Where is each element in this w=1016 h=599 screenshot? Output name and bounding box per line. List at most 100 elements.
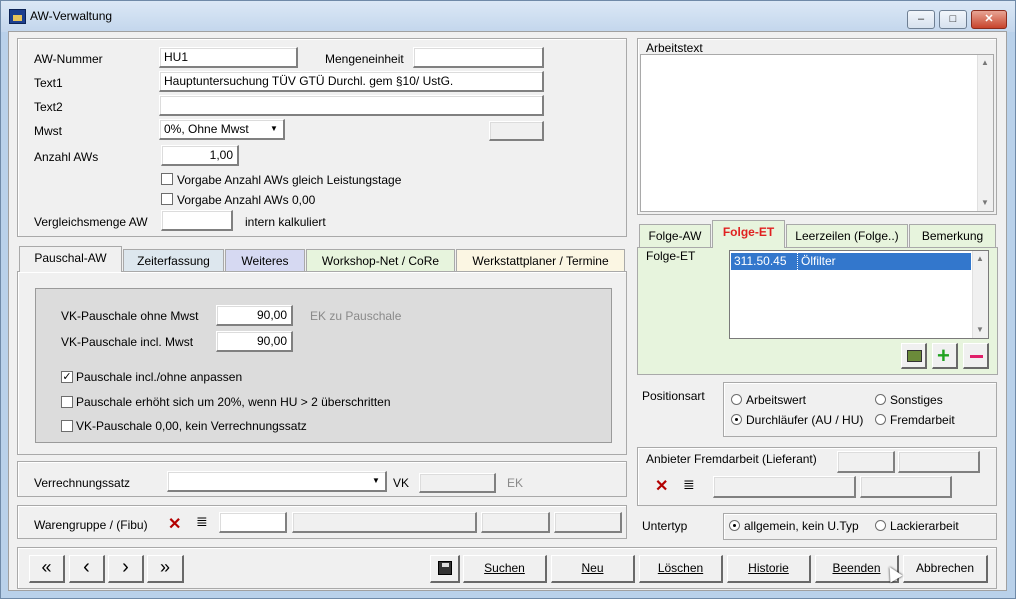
anbieter-label: Anbieter Fremdarbeit (Lieferant) [646, 452, 817, 466]
radio-lackierarbeit[interactable] [875, 520, 886, 531]
fremdarbeit-label: Fremdarbeit [890, 413, 955, 427]
text2-label: Text2 [34, 100, 63, 114]
radio-fremdarbeit[interactable] [875, 414, 886, 425]
arbeitstext-label: Arbeitstext [646, 41, 703, 55]
item-name: Ölfilter [801, 254, 836, 268]
vorgabe-leistungstage-label: Vorgabe Anzahl AWs gleich Leistungstage [177, 173, 402, 187]
vergleichsmenge-field[interactable] [161, 210, 233, 231]
last-record-button[interactable]: » [147, 555, 184, 583]
tab-pauschal-aw[interactable]: Pauschal-AW [19, 246, 122, 272]
radio-sonstiges[interactable] [875, 394, 886, 405]
vk-pauschale-null-checkbox[interactable] [61, 420, 73, 432]
anbieter-name-field [713, 476, 856, 498]
remove-button[interactable] [963, 343, 989, 369]
verrechnungssatz-select[interactable]: ▼ [167, 471, 387, 492]
text1-label: Text1 [34, 76, 63, 90]
window-title: AW-Verwaltung [30, 9, 113, 23]
vorgabe-null-label: Vorgabe Anzahl AWs 0,00 [177, 193, 316, 207]
mwst-select[interactable]: 0%, Ohne Mwst ▼ [159, 119, 285, 140]
positionsart-group [723, 382, 997, 437]
lackierarbeit-label: Lackierarbeit [890, 519, 959, 533]
folge-et-scrollbar[interactable]: ▲ ▼ [972, 251, 988, 338]
historie-button[interactable]: Historie [727, 555, 811, 583]
arbeitstext-textarea[interactable] [640, 54, 994, 212]
picture-icon [907, 350, 922, 362]
tab-folge-aw[interactable]: Folge-AW [639, 224, 711, 248]
scroll-up-icon[interactable]: ▲ [976, 254, 984, 263]
vorgabe-leistungstage-checkbox[interactable] [161, 173, 173, 185]
vk-incl-mwst-field[interactable]: 90,00 [216, 331, 293, 352]
ek-zu-pauschale-label: EK zu Pauschale [310, 309, 402, 323]
tab-weiteres[interactable]: Weiteres [225, 249, 305, 273]
list-icon[interactable]: ≣ [196, 513, 208, 530]
pauschale-erhoeht-label: Pauschale erhöht sich um 20%, wenn HU > … [76, 395, 391, 409]
list-icon[interactable]: ≣ [683, 476, 695, 493]
scroll-down-icon[interactable]: ▼ [976, 325, 984, 334]
folge-et-label: Folge-ET [646, 249, 696, 263]
add-button[interactable]: + [932, 343, 958, 369]
aw-nummer-field[interactable]: HU1 [159, 47, 298, 68]
vergleichsmenge-label: Vergleichsmenge AW [34, 215, 148, 229]
abbrechen-button[interactable]: Abbrechen [903, 555, 988, 583]
arbeitswert-label: Arbeitswert [746, 393, 807, 407]
anzahl-field[interactable]: 1,00 [161, 145, 239, 166]
verrechnungssatz-label: Verrechnungssatz [34, 476, 131, 490]
minimize-button[interactable]: – [907, 10, 935, 29]
next-record-button[interactable]: › [108, 555, 144, 583]
tab-folge-et[interactable]: Folge-ET [712, 220, 785, 248]
tab-workshop-net[interactable]: Workshop-Net / CoRe [306, 249, 455, 273]
anbieter-field-2[interactable] [898, 451, 980, 473]
pauschale-anpassen-checkbox[interactable]: ✓ [61, 371, 73, 383]
scroll-up-icon[interactable]: ▲ [981, 58, 989, 67]
tab-bemerkung[interactable]: Bemerkung [909, 224, 996, 248]
list-item[interactable]: 311.50.45 Ölfilter [731, 253, 971, 270]
tab-leerzeilen[interactable]: Leerzeilen (Folge..) [786, 224, 908, 248]
mwst-extra-button[interactable] [489, 121, 544, 141]
text1-field[interactable]: Hauptuntersuchung TÜV GTÜ Durchl. gem §1… [159, 71, 544, 92]
vk-ohne-mwst-label: VK-Pauschale ohne Mwst [61, 309, 199, 323]
folge-et-list[interactable]: 311.50.45 Ölfilter ▲ ▼ [729, 250, 989, 339]
vk-pauschale-null-label: VK-Pauschale 0,00, kein Verrechnungssatz [76, 419, 307, 433]
radio-allgemein[interactable] [729, 520, 740, 531]
first-record-button[interactable]: « [29, 555, 65, 583]
neu-button[interactable]: Neu [551, 555, 635, 583]
suchen-button[interactable]: Suchen [463, 555, 547, 583]
warengruppe-extra2-field [554, 512, 622, 533]
positionsart-label: Positionsart [642, 389, 705, 403]
warengruppe-field[interactable] [219, 512, 287, 533]
item-number: 311.50.45 [734, 254, 787, 268]
close-button[interactable]: ✕ [971, 10, 1007, 29]
pauschale-erhoeht-checkbox[interactable] [61, 396, 73, 408]
radio-arbeitswert[interactable] [731, 394, 742, 405]
radio-durchlaeufer[interactable] [731, 414, 742, 425]
intern-kalkuliert-label: intern kalkuliert [245, 215, 326, 229]
arbeitstext-scrollbar[interactable]: ▲ ▼ [977, 55, 993, 211]
text2-field[interactable] [159, 95, 544, 116]
dropdown-arrow-icon[interactable]: ▼ [369, 474, 383, 488]
warengruppe-label: Warengruppe / (Fibu) [34, 518, 148, 532]
vorgabe-null-checkbox[interactable] [161, 193, 173, 205]
tab-zeiterfassung[interactable]: Zeiterfassung [123, 249, 224, 273]
mwst-value: 0%, Ohne Mwst [164, 122, 249, 136]
delete-x-icon[interactable]: ✕ [655, 476, 668, 496]
image-button[interactable] [901, 343, 927, 369]
untertyp-label: Untertyp [642, 519, 688, 533]
delete-x-icon[interactable]: ✕ [168, 514, 181, 534]
vk-ohne-mwst-field[interactable]: 90,00 [216, 305, 293, 326]
prev-record-button[interactable]: ‹ [69, 555, 105, 583]
anbieter-field-1[interactable] [837, 451, 895, 473]
mengeneinheit-label: Mengeneinheit [325, 52, 404, 66]
allgemein-label: allgemein, kein U.Typ [744, 519, 859, 533]
tab-werkstattplaner[interactable]: Werkstattplaner / Termine [456, 249, 625, 273]
ek-label: EK [507, 476, 524, 490]
anbieter-extra-field [860, 476, 952, 498]
scroll-down-icon[interactable]: ▼ [981, 198, 989, 207]
save-button[interactable] [430, 555, 460, 583]
mengeneinheit-field[interactable] [413, 47, 544, 68]
pauschale-anpassen-label: Pauschale incl./ohne anpassen [76, 370, 243, 384]
loeschen-button[interactable]: Löschen [639, 555, 723, 583]
maximize-button[interactable]: □ [939, 10, 967, 29]
anzahl-label: Anzahl AWs [34, 150, 99, 164]
vk-incl-mwst-label: VK-Pauschale incl. Mwst [61, 335, 194, 349]
dropdown-arrow-icon[interactable]: ▼ [267, 122, 281, 136]
